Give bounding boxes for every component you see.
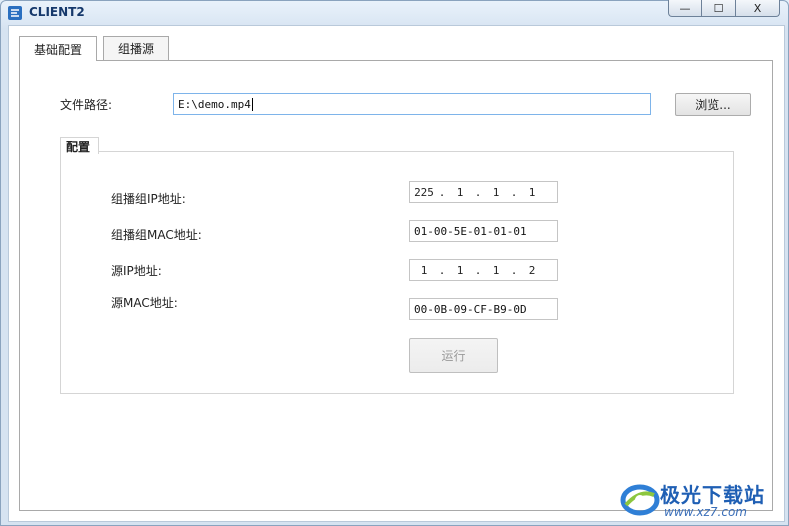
window-title: CLIENT2 bbox=[29, 5, 85, 19]
tab-basic-config[interactable]: 基础配置 bbox=[19, 36, 98, 61]
text-caret bbox=[251, 97, 253, 111]
watermark-title: 极光下载站 bbox=[660, 483, 765, 507]
source-mac-input[interactable]: 00-0B-09-CF-B9-0D bbox=[409, 298, 558, 320]
maximize-button[interactable]: ☐ bbox=[702, 0, 736, 17]
ip-octet[interactable]: 1 bbox=[518, 186, 546, 199]
watermark-logo: 极光下载站 www.xz7.com bbox=[620, 477, 780, 523]
tab-panel: 文件路径: E:\demo.mp4 浏览... 配置 组播组IP地址: 225.… bbox=[19, 60, 773, 511]
source-mac-value: 00-0B-09-CF-B9-0D bbox=[414, 302, 527, 316]
close-icon: X bbox=[753, 1, 762, 15]
tab-label: 组播源 bbox=[118, 42, 155, 56]
tab-multicast-source[interactable]: 组播源 bbox=[103, 36, 170, 60]
multicast-ip-field[interactable]: 225. 1. 1. 1 bbox=[409, 181, 558, 203]
file-path-input[interactable]: E:\demo.mp4 bbox=[173, 93, 651, 115]
minimize-icon: — bbox=[679, 1, 691, 15]
run-label: 运行 bbox=[441, 349, 466, 363]
browse-label: 浏览... bbox=[695, 98, 731, 112]
window-controls: — ☐ X bbox=[668, 0, 780, 17]
source-mac-label: 源MAC地址: bbox=[111, 296, 178, 310]
multicast-mac-label: 组播组MAC地址: bbox=[111, 228, 202, 242]
file-path-value: E:\demo.mp4 bbox=[178, 97, 251, 111]
ip-octet[interactable]: 2 bbox=[518, 264, 546, 277]
multicast-mac-input[interactable]: 01-00-5E-01-01-01 bbox=[409, 220, 558, 242]
client-area: 基础配置 组播源 文件路径: E:\demo.mp4 浏览... 配置 组播组I… bbox=[8, 25, 785, 522]
browse-button[interactable]: 浏览... bbox=[675, 93, 751, 116]
source-ip-label: 源IP地址: bbox=[111, 264, 162, 278]
tab-label: 基础配置 bbox=[34, 42, 83, 57]
ip-octet[interactable]: 1 bbox=[410, 264, 438, 277]
source-ip-field[interactable]: 1. 1. 1. 2 bbox=[409, 259, 558, 281]
ip-octet[interactable]: 1 bbox=[482, 264, 510, 277]
ip-octet[interactable]: 1 bbox=[482, 186, 510, 199]
minimize-button[interactable]: — bbox=[668, 0, 702, 17]
ip-octet[interactable]: 1 bbox=[446, 264, 474, 277]
multicast-mac-value: 01-00-5E-01-01-01 bbox=[414, 224, 527, 238]
maximize-icon: ☐ bbox=[713, 1, 724, 15]
app-window: CLIENT2 — ☐ X 基础配置 组播源 文件路径: E:\demo.mp4 bbox=[0, 0, 789, 526]
close-button[interactable]: X bbox=[736, 0, 780, 17]
file-path-label: 文件路径: bbox=[60, 98, 113, 112]
watermark-url: www.xz7.com bbox=[664, 505, 747, 519]
multicast-ip-label: 组播组IP地址: bbox=[111, 192, 186, 206]
app-icon bbox=[8, 6, 22, 20]
title-bar[interactable]: CLIENT2 — ☐ X bbox=[1, 0, 788, 25]
ip-octet[interactable]: 225 bbox=[410, 186, 438, 199]
ip-octet[interactable]: 1 bbox=[446, 186, 474, 199]
config-group: 配置 组播组IP地址: 225. 1. 1. 1 组播组MAC地址: 01-00… bbox=[60, 137, 734, 394]
run-button[interactable]: 运行 bbox=[409, 338, 498, 373]
watermark-swirl-icon bbox=[620, 484, 660, 516]
config-group-title: 配置 bbox=[60, 137, 100, 154]
